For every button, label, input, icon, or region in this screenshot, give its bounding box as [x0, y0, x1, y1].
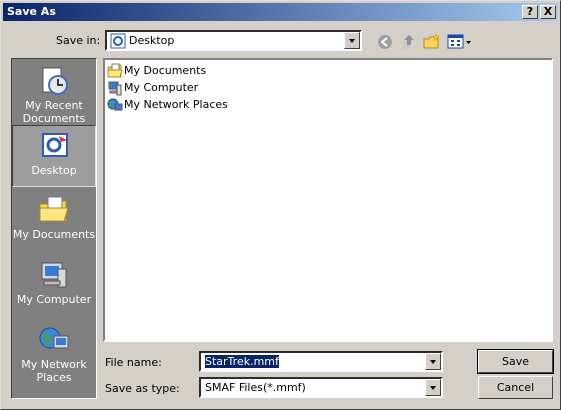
desktop-small-icon [110, 33, 126, 49]
save-as-type-dropdown[interactable]: SMAF Files(*.mmf) [199, 377, 443, 398]
sidebar-item-label: My Computer [16, 293, 92, 306]
file-name: My Documents [124, 64, 207, 77]
save-as-dialog: Save As ? X Save in: Desktop My Recent D… [0, 0, 561, 410]
my-documents-icon [39, 196, 69, 222]
save-as-type-value: SMAF Files(*.mmf) [205, 381, 306, 394]
sidebar-item-label: Desktop [31, 164, 77, 177]
help-button[interactable]: ? [522, 5, 538, 19]
save-in-value: Desktop [129, 34, 175, 47]
file-name: My Network Places [124, 98, 228, 111]
window-title: Save As [7, 5, 56, 18]
desktop-icon [42, 133, 68, 157]
back-arrow-icon[interactable] [376, 33, 394, 51]
my-computer-icon [41, 262, 67, 288]
new-folder-icon[interactable] [423, 33, 441, 51]
sidebar-item-label: My Recent Documents [22, 99, 86, 125]
title-bar[interactable]: Save As ? X [3, 3, 558, 21]
sidebar-item-network[interactable]: My Network Places [12, 320, 96, 390]
file-list[interactable]: My Documents My Computer My Network Plac… [103, 58, 553, 342]
save-in-dropdown[interactable]: Desktop [105, 30, 362, 51]
chevron-down-icon[interactable] [425, 353, 441, 370]
file-name-label: File name: [105, 356, 162, 369]
chevron-down-icon[interactable] [425, 379, 441, 396]
up-folder-icon[interactable] [400, 33, 418, 51]
places-bar: My Recent Documents Desktop My Documents [11, 58, 97, 399]
file-name-field[interactable]: StarTrek.mmf [199, 351, 443, 372]
file-name-input-text: StarTrek.mmf [205, 355, 279, 368]
save-in-label: Save in: [56, 34, 101, 47]
views-menu-icon[interactable] [447, 33, 473, 51]
computer-icon [108, 81, 122, 96]
sidebar-item-desktop[interactable]: Desktop [12, 125, 96, 187]
network-places-icon [39, 327, 69, 349]
save-as-type-label: Save as type: [105, 382, 180, 395]
save-button[interactable]: Save [477, 349, 554, 374]
close-button[interactable]: X [540, 5, 556, 19]
sidebar-item-label: My Documents [12, 228, 96, 241]
file-name: My Computer [124, 81, 199, 94]
sidebar-item-my-documents[interactable]: My Documents [12, 190, 96, 252]
network-icon [107, 98, 123, 111]
sidebar-item-label: My Network Places [21, 358, 87, 384]
sidebar-item-my-computer[interactable]: My Computer [12, 255, 96, 317]
recent-documents-icon [42, 67, 68, 95]
sidebar-item-recent[interactable]: My Recent Documents [12, 61, 96, 125]
folder-icon [107, 63, 123, 78]
cancel-button[interactable]: Cancel [478, 376, 553, 399]
chevron-down-icon[interactable] [344, 32, 360, 49]
file-name-value: StarTrek.mmf [205, 355, 279, 368]
